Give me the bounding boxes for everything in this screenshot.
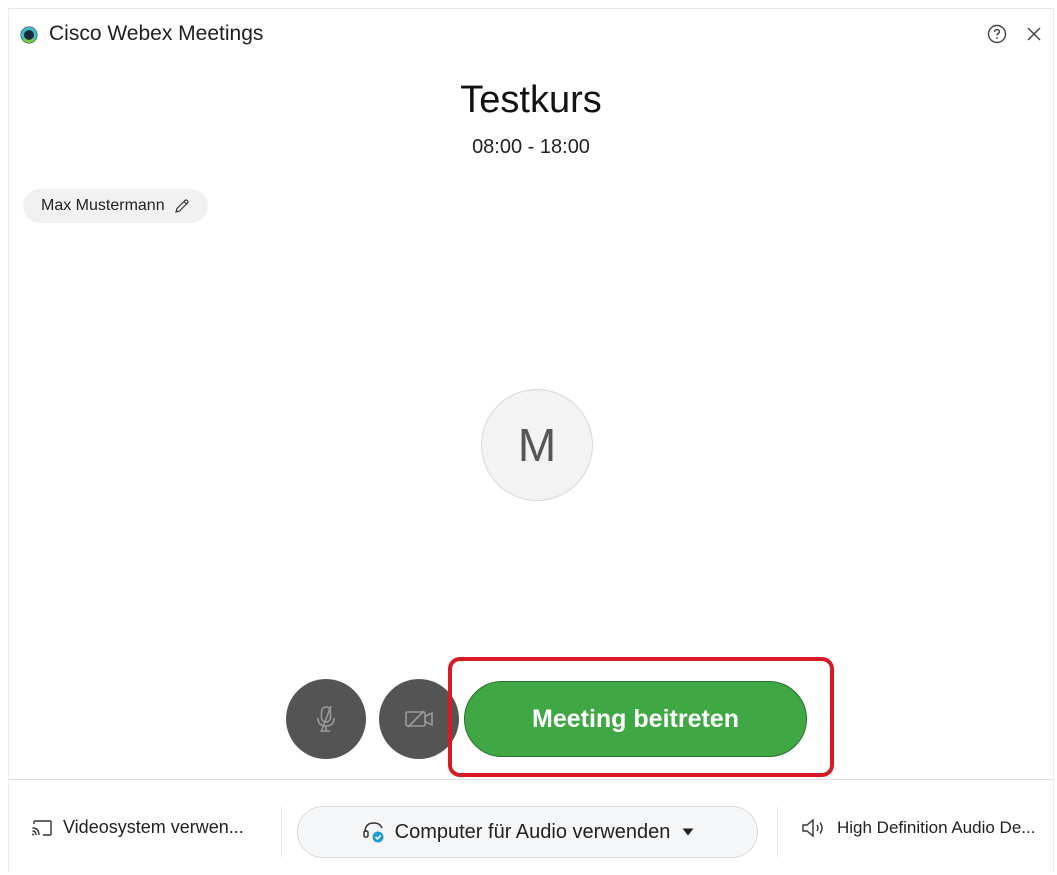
speaker-icon xyxy=(802,818,823,838)
join-meeting-button[interactable]: Meeting beitreten xyxy=(464,681,807,757)
footer-divider xyxy=(9,779,1053,780)
avatar: M xyxy=(481,389,593,501)
footer-separator xyxy=(281,807,282,857)
video-system-label: Videosystem verwen... xyxy=(63,817,244,837)
cast-icon xyxy=(32,819,52,836)
close-icon[interactable] xyxy=(1025,25,1043,43)
webex-logo-icon xyxy=(20,26,38,44)
video-off-icon xyxy=(405,710,433,728)
audio-connection-label: Computer für Audio verwenden xyxy=(394,820,671,843)
meeting-title: Testkurs xyxy=(460,79,602,121)
meeting-time: 08:00 - 18:00 xyxy=(472,136,590,158)
headset-icon xyxy=(362,822,384,843)
footer-separator xyxy=(777,807,778,857)
webex-window: Cisco Webex Meetings Testkurs 08:00 - 18… xyxy=(8,8,1054,872)
caret-down-icon xyxy=(682,828,694,836)
microphone-muted-icon xyxy=(317,705,335,733)
title-bar: Cisco Webex Meetings xyxy=(9,9,1053,53)
mute-button[interactable] xyxy=(286,679,366,759)
speaker-select[interactable]: High Definition Audio De... xyxy=(801,818,1035,838)
app-title: Cisco Webex Meetings xyxy=(49,22,264,45)
speaker-label: High Definition Audio De... xyxy=(837,818,1036,837)
video-system-button[interactable]: Videosystem verwen... xyxy=(31,817,244,838)
user-name-chip[interactable]: Max Mustermann xyxy=(23,189,208,223)
audio-connection-select[interactable]: Computer für Audio verwenden xyxy=(297,806,758,858)
pencil-icon xyxy=(174,198,189,213)
help-icon[interactable] xyxy=(987,24,1007,44)
video-button[interactable] xyxy=(379,679,459,759)
user-name-label: Max Mustermann xyxy=(41,197,165,214)
